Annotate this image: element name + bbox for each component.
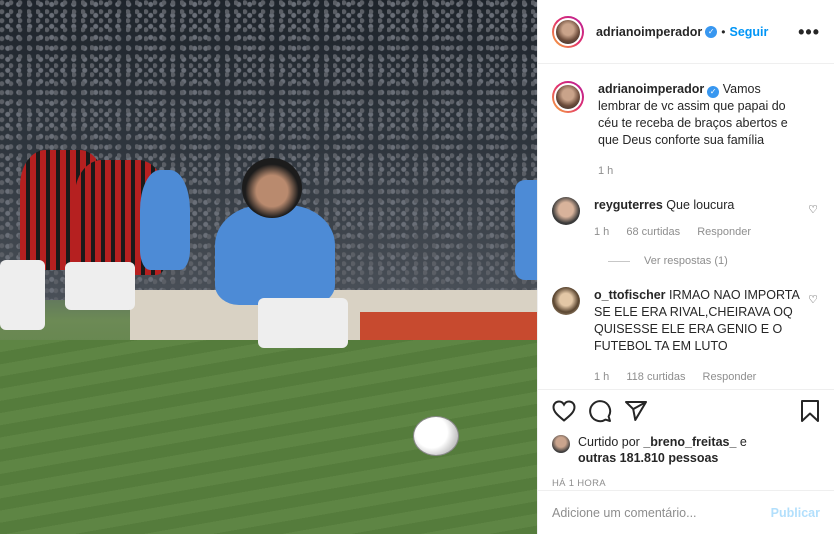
comment-like-icon[interactable]: ♡ [808, 293, 818, 306]
comment-item: reyguterres Que loucura 1 h 68 curtidas … [552, 197, 820, 241]
likes-prefix: Curtido por [578, 435, 640, 449]
replies-line [608, 260, 630, 262]
post-timestamp[interactable]: HÁ 1 HORA [552, 478, 820, 489]
commenter-avatar[interactable] [552, 287, 580, 315]
reply-button[interactable]: Responder [697, 226, 751, 238]
player-blue-right [515, 180, 537, 280]
comment-username[interactable]: o_ttofischer [594, 288, 666, 302]
bookmark-icon[interactable] [800, 399, 820, 426]
share-icon[interactable] [624, 399, 648, 426]
comment-like-icon[interactable]: ♡ [808, 203, 818, 216]
likes-summary[interactable]: Curtido por _breno_freitas_ e outras 181… [552, 434, 820, 466]
comment-username[interactable]: reyguterres [594, 198, 663, 212]
player-red-1-shorts [0, 260, 45, 330]
football [413, 416, 459, 456]
liker-username[interactable]: _breno_freitas_ [643, 435, 736, 449]
verified-badge-icon: ✓ [705, 25, 718, 38]
liker-avatar[interactable] [552, 435, 570, 453]
post-side-panel: adrianoimperador ✓ • Seguir ••• adrianoi… [537, 0, 834, 534]
author-avatar[interactable] [552, 15, 584, 48]
more-options-icon[interactable]: ••• [798, 22, 820, 43]
comment-likes[interactable]: 68 curtidas [626, 226, 680, 238]
comments-list[interactable]: adrianoimperador ✓ Vamos lembrar de vc as… [538, 65, 834, 389]
player-blue-main-head [242, 158, 302, 218]
commenter-avatar[interactable] [552, 197, 580, 225]
comment-icon[interactable] [588, 399, 612, 426]
comment-time[interactable]: 1 h [594, 371, 609, 383]
comment-time[interactable]: 1 h [594, 226, 609, 238]
player-red-2-shorts [65, 262, 135, 310]
caption: adrianoimperador ✓ Vamos lembrar de vc as… [552, 81, 820, 180]
caption-time[interactable]: 1 h [598, 165, 613, 177]
likes-others[interactable]: outras 181.810 pessoas [578, 451, 718, 465]
post-header: adrianoimperador ✓ • Seguir ••• [538, 0, 834, 64]
post-image[interactable] [0, 0, 537, 534]
publish-button[interactable]: Publicar [771, 506, 820, 520]
author-username[interactable]: adrianoimperador [596, 25, 702, 39]
caption-username[interactable]: adrianoimperador [598, 82, 704, 96]
add-comment-bar: Adicione um comentário... Publicar [538, 490, 834, 534]
comment-input[interactable]: Adicione um comentário... [552, 506, 771, 520]
comment-item: o_ttofischer IRMAO NAO IMPORTA SE ELE ER… [552, 287, 820, 386]
separator-dot: • [721, 24, 726, 39]
heart-icon[interactable] [552, 399, 576, 425]
player-blue-main-shorts [258, 298, 348, 348]
verified-badge-icon: ✓ [707, 86, 720, 98]
player-blue-main [215, 205, 335, 305]
comment-likes[interactable]: 118 curtidas [626, 371, 685, 383]
view-replies-label: Ver respostas (1) [644, 255, 728, 267]
view-replies-button[interactable]: Ver respostas (1) [608, 255, 820, 267]
caption-author-avatar[interactable] [552, 81, 584, 113]
post-actions: Curtido por _breno_freitas_ e outras 181… [538, 389, 834, 490]
player-blue-back [140, 170, 190, 270]
likes-connector: e [739, 435, 747, 449]
reply-button[interactable]: Responder [703, 371, 757, 383]
follow-button[interactable]: Seguir [729, 25, 768, 39]
comment-text: Que loucura [666, 198, 735, 212]
